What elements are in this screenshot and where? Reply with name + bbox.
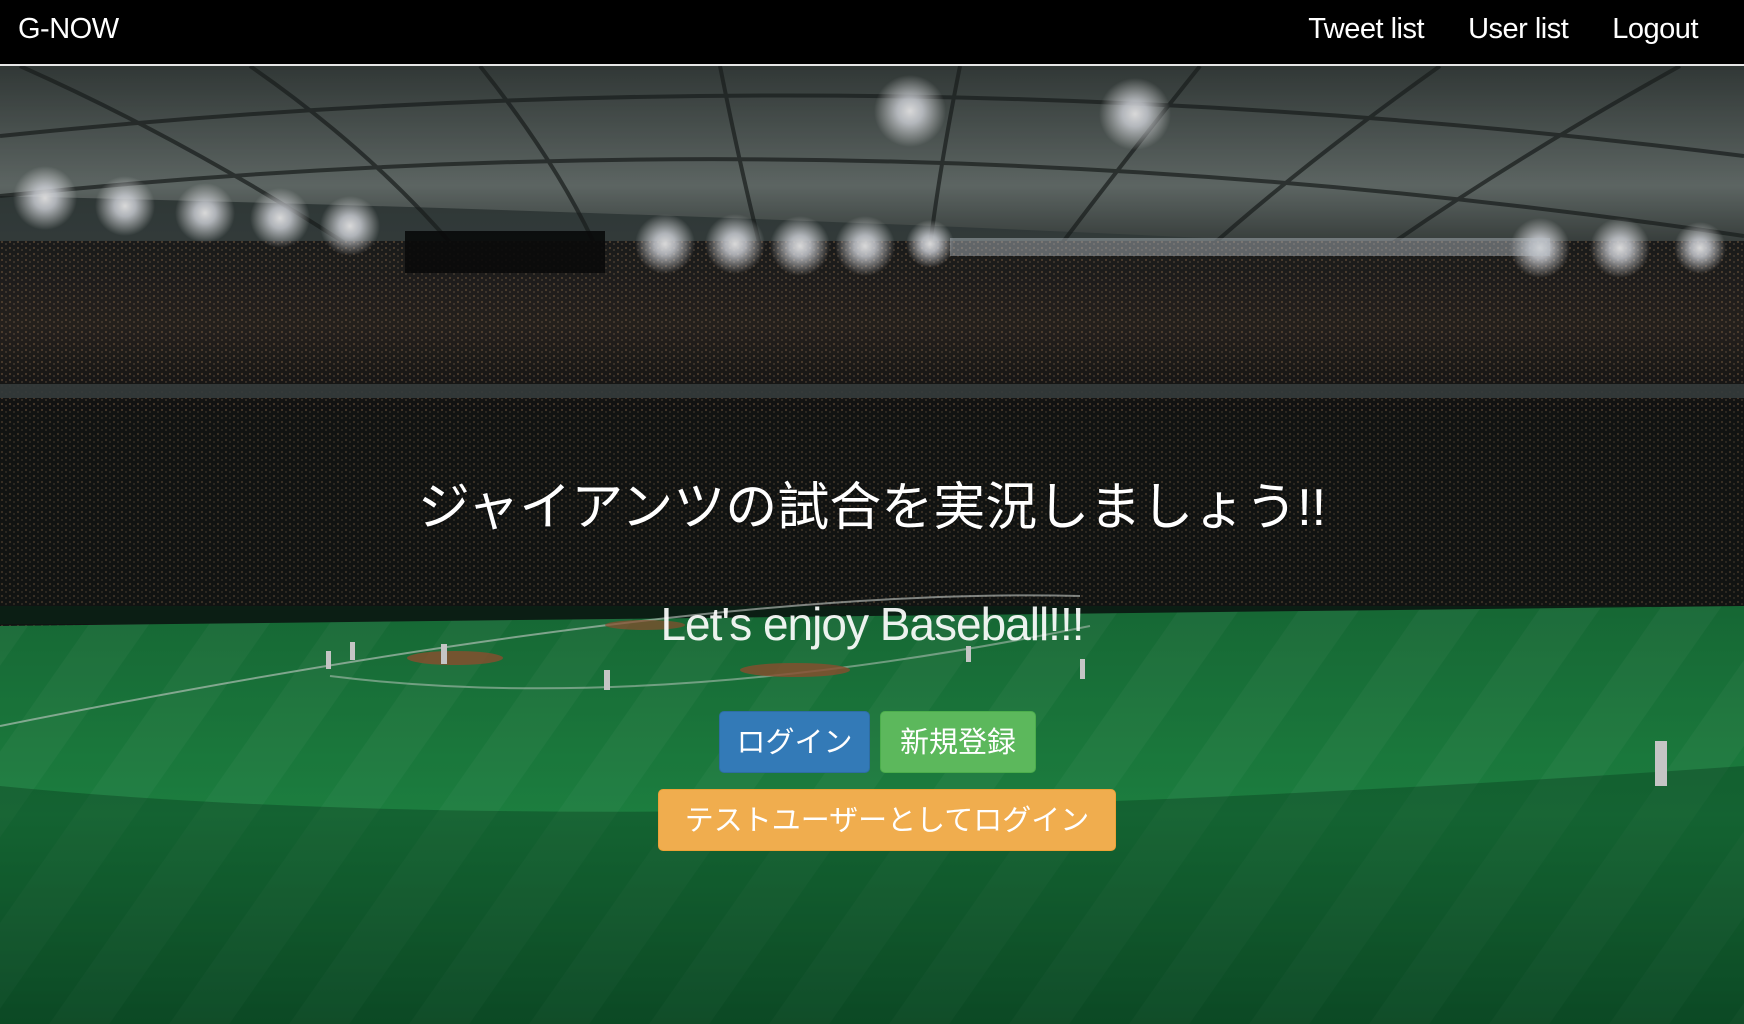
stadium-background-image	[0, 66, 1744, 1024]
top-navbar: G-NOW Tweet list User list Logout	[0, 0, 1744, 66]
test-user-login-button[interactable]: テストユーザーとしてログイン	[658, 789, 1116, 851]
signup-button[interactable]: 新規登録	[880, 711, 1036, 773]
nav-link-user-list[interactable]: User list	[1468, 13, 1569, 45]
nav-links: Tweet list User list Logout	[1308, 13, 1698, 45]
login-button[interactable]: ログイン	[719, 711, 870, 773]
nav-link-tweet-list[interactable]: Tweet list	[1308, 13, 1424, 45]
hero-section: ジャイアンツの試合を実況しましょう!! Let's enjoy Baseball…	[0, 66, 1744, 1024]
nav-link-logout[interactable]: Logout	[1612, 13, 1698, 45]
hero-subline: Let's enjoy Baseball!!!	[660, 598, 1084, 650]
brand-logo[interactable]: G-NOW	[18, 13, 119, 45]
hero-headline: ジャイアンツの試合を実況しましょう!!	[417, 479, 1327, 537]
